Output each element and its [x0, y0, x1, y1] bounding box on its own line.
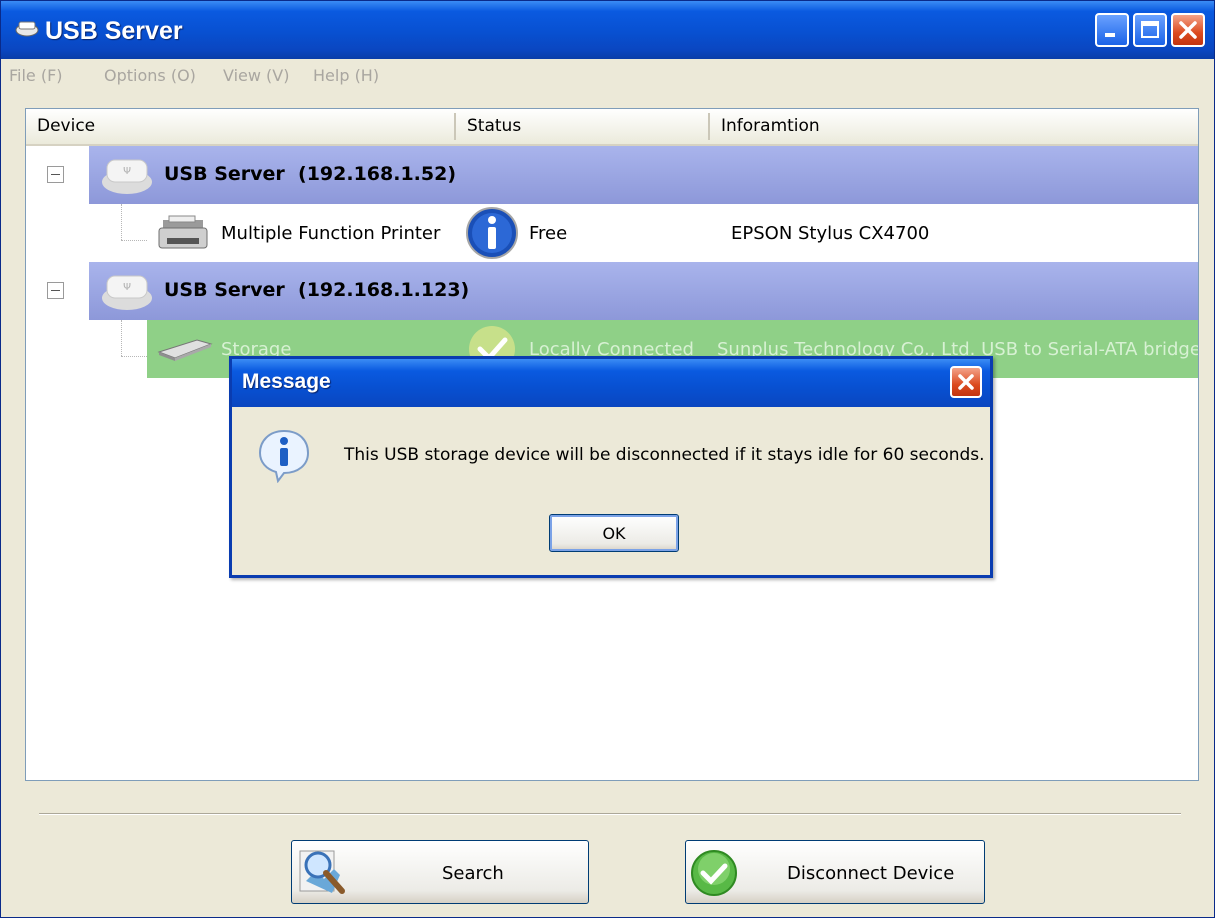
- device-info: EPSON Stylus CX4700: [731, 223, 930, 244]
- column-header-information[interactable]: Inforamtion: [710, 109, 1198, 144]
- printer-icon: [158, 215, 208, 249]
- svg-text:Ψ: Ψ: [123, 166, 131, 177]
- dialog-title: Message: [242, 370, 331, 393]
- column-header-status[interactable]: Status: [456, 109, 708, 144]
- menu-options[interactable]: Options (O): [104, 66, 196, 85]
- close-icon: [1179, 21, 1197, 39]
- ok-label: OK: [602, 524, 626, 543]
- usb-server-icon: Ψ: [102, 159, 152, 194]
- search-icon: [299, 850, 345, 894]
- device-status: Free: [529, 223, 568, 244]
- collapse-toggle[interactable]: [47, 282, 64, 299]
- menu-help[interactable]: Help (H): [313, 66, 379, 85]
- dialog-title-bar[interactable]: Message: [232, 359, 990, 407]
- minimize-icon: [1105, 33, 1115, 37]
- storage-drive-icon: [157, 339, 213, 361]
- device-row[interactable]: Multiple Function Printer Free EPSON Sty…: [147, 204, 1198, 262]
- search-button[interactable]: Search: [291, 840, 589, 904]
- list-header: Device Status Inforamtion: [26, 109, 1198, 146]
- server-row[interactable]: Ψ USB Server (192.168.1.123): [89, 262, 1198, 320]
- usb-server-icon: Ψ: [102, 275, 152, 310]
- tree-line: [121, 240, 147, 241]
- close-icon: [958, 374, 974, 390]
- device-name: Multiple Function Printer: [221, 223, 441, 244]
- server-label: USB Server (192.168.1.52): [164, 163, 457, 185]
- ok-button[interactable]: OK: [549, 514, 679, 552]
- minimize-button[interactable]: [1095, 13, 1129, 47]
- tree-line: [121, 204, 122, 240]
- information-icon: [258, 429, 310, 483]
- title-bar[interactable]: USB Server: [1, 1, 1214, 59]
- window-title: USB Server: [45, 17, 183, 45]
- info-icon: [466, 207, 518, 259]
- check-icon: [691, 850, 737, 896]
- disconnect-label: Disconnect Device: [787, 863, 955, 884]
- search-label: Search: [442, 863, 504, 884]
- tree-line: [121, 356, 147, 357]
- separator: [39, 813, 1181, 815]
- svg-text:Ψ: Ψ: [123, 282, 131, 293]
- menu-bar: File (F) Options (O) View (V) Help (H): [1, 59, 1214, 93]
- server-row[interactable]: Ψ USB Server (192.168.1.52): [89, 146, 1198, 204]
- server-label: USB Server (192.168.1.123): [164, 279, 470, 301]
- menu-file[interactable]: File (F): [9, 66, 63, 85]
- dialog-close-button[interactable]: [950, 366, 982, 398]
- tree-line: [121, 320, 122, 356]
- close-button[interactable]: [1171, 13, 1205, 47]
- usb-server-icon: [15, 21, 39, 37]
- disconnect-device-button[interactable]: Disconnect Device: [685, 840, 985, 904]
- maximize-button[interactable]: [1133, 13, 1167, 47]
- collapse-toggle[interactable]: [47, 166, 64, 183]
- dialog-message: This USB storage device will be disconne…: [344, 445, 985, 465]
- menu-view[interactable]: View (V): [223, 66, 289, 85]
- column-header-device[interactable]: Device: [26, 109, 454, 144]
- maximize-icon: [1141, 21, 1159, 38]
- message-dialog: Message This USB storage device will be …: [229, 356, 993, 578]
